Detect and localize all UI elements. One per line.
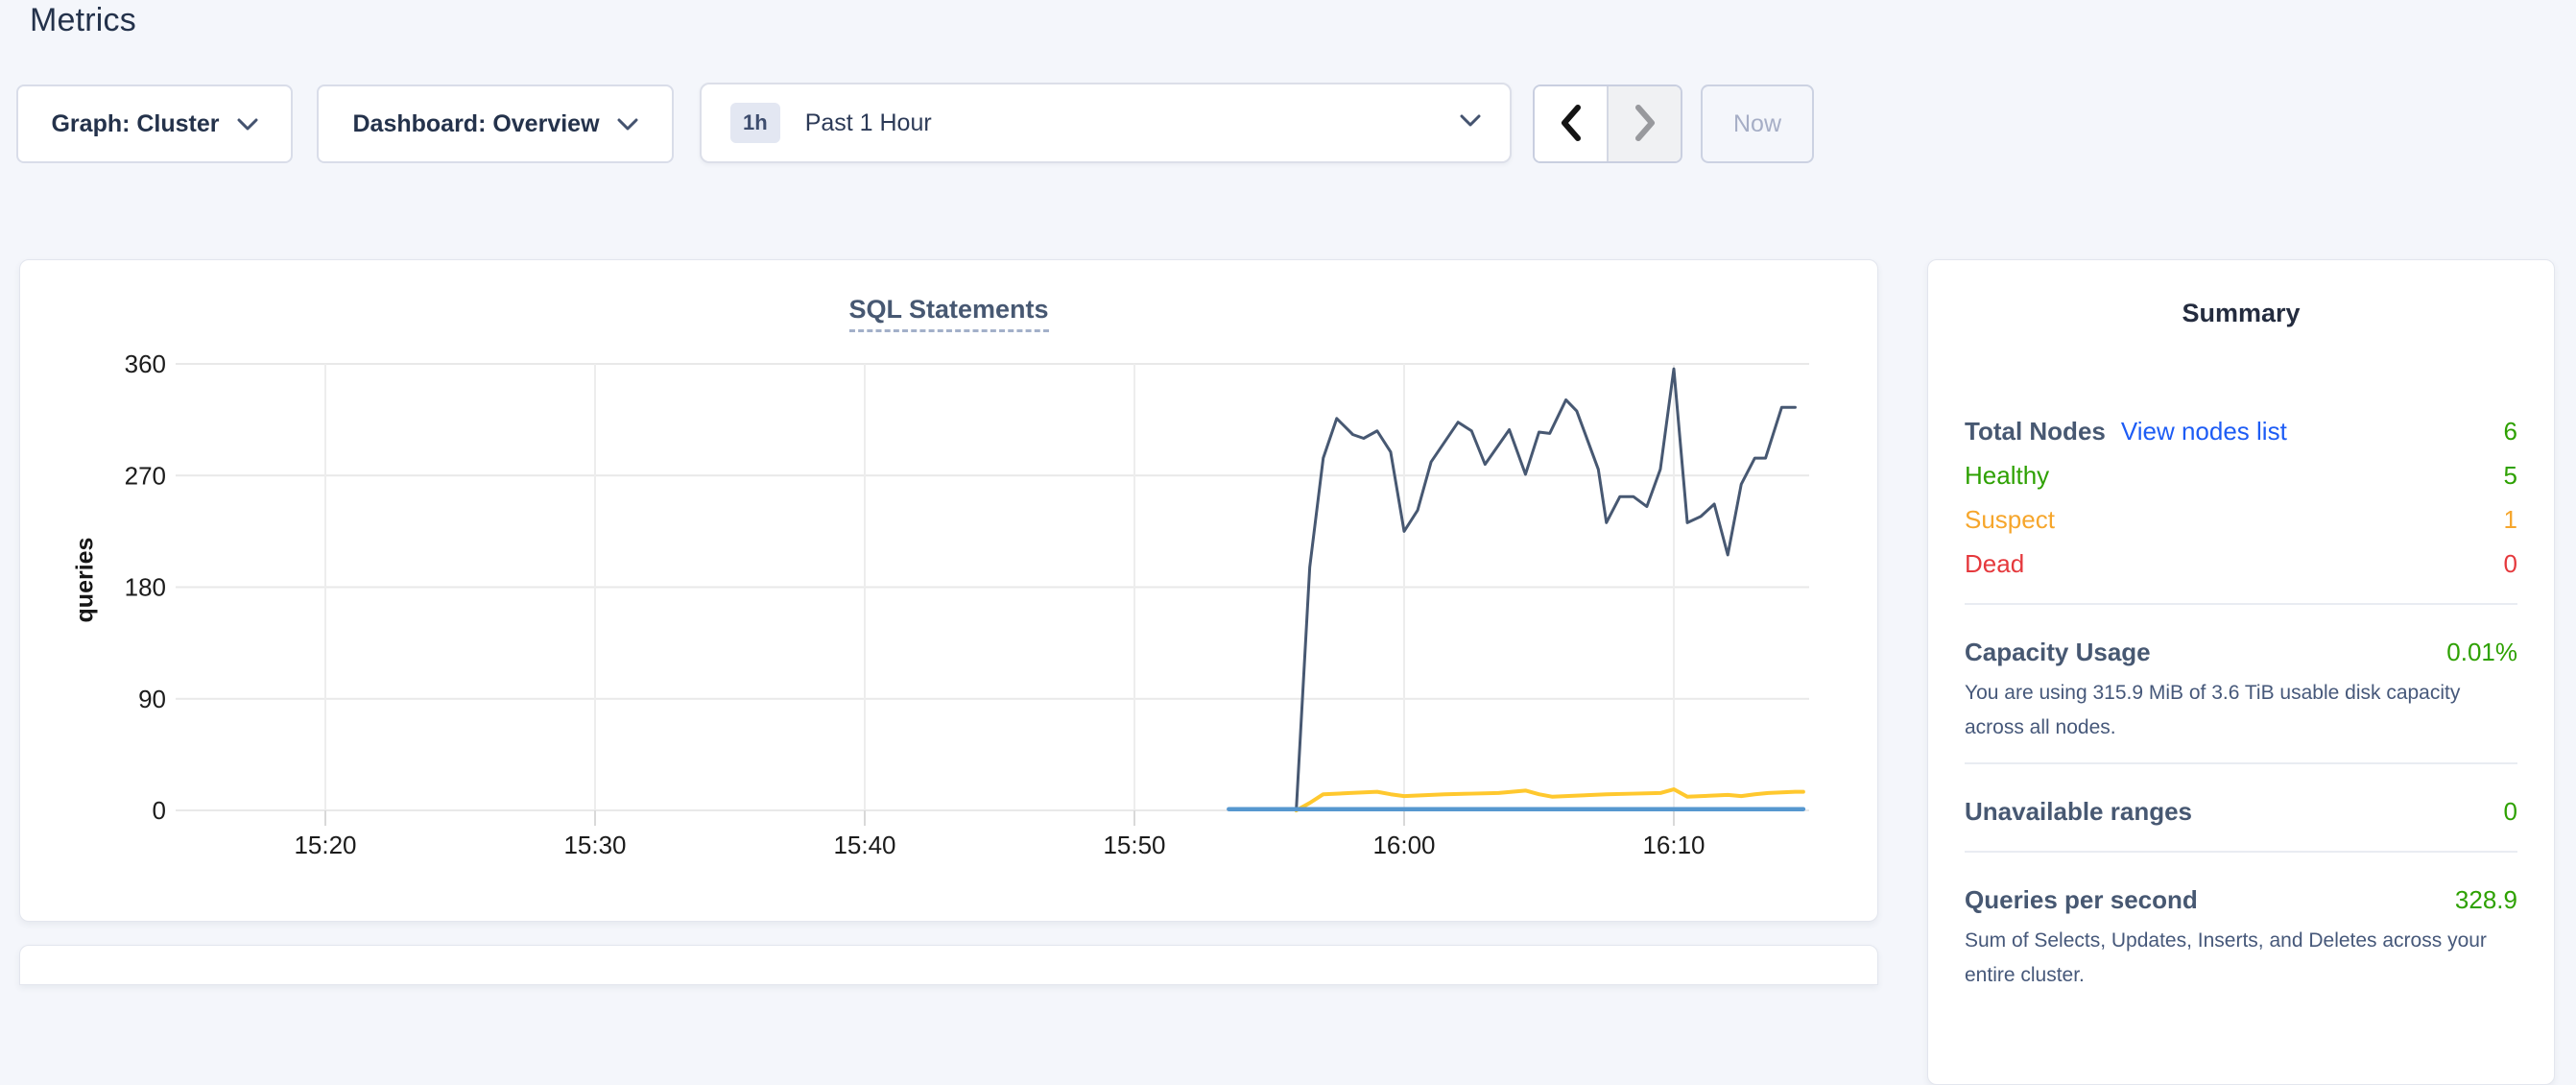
time-range-selector[interactable]: 1h Past 1 Hour: [700, 83, 1512, 163]
dashboard-dropdown-label: Dashboard: Overview: [352, 110, 599, 138]
chevron-down-icon: [617, 110, 638, 138]
divider: [1965, 851, 2517, 853]
dashboard-dropdown[interactable]: Dashboard: Overview: [317, 84, 674, 163]
suspect-value: 1: [2504, 497, 2517, 542]
summary-panel: Summary Total Nodes View nodes list 6 He…: [1927, 259, 2555, 1085]
time-nav-group: [1533, 84, 1682, 163]
unavailable-ranges-value: 0: [2504, 789, 2517, 833]
total-nodes-value: 6: [2504, 409, 2517, 453]
graph-dropdown-label: Graph: Cluster: [51, 110, 219, 138]
sql-statements-chart: 0 90 180 270 360 15:20 15:30 15:40 15:50 16:00 16:…: [20, 260, 1877, 921]
svg-text:270: 270: [125, 461, 166, 490]
next-time-button[interactable]: [1607, 86, 1681, 161]
qps-row: Queries per second 328.9: [1965, 878, 2517, 922]
page-title: Metrics: [30, 2, 136, 39]
graph-dropdown[interactable]: Graph: Cluster: [16, 84, 293, 163]
now-button[interactable]: Now: [1701, 84, 1814, 163]
prev-time-button[interactable]: [1535, 86, 1607, 161]
view-nodes-link[interactable]: View nodes list: [2121, 409, 2287, 453]
qps-value: 328.9: [2455, 878, 2517, 922]
suspect-nodes-row: Suspect 1: [1965, 497, 2517, 542]
divider: [1965, 762, 2517, 764]
dead-label: Dead: [1965, 542, 2024, 586]
svg-text:360: 360: [125, 350, 166, 378]
chevron-right-icon: [1633, 104, 1658, 145]
qps-description: Sum of Selects, Updates, Inserts, and De…: [1965, 924, 2517, 993]
svg-text:0: 0: [153, 796, 166, 825]
sql-statements-chart-card: SQL Statements queries 09018027036015:20…: [19, 259, 1878, 922]
unavailable-ranges-label: Unavailable ranges: [1965, 789, 2192, 833]
chevron-down-icon: [237, 110, 258, 138]
unavailable-ranges-row: Unavailable ranges 0: [1965, 789, 2517, 833]
chevron-down-icon: [1460, 114, 1481, 133]
divider: [1965, 603, 2517, 605]
svg-text:16:00: 16:00: [1372, 831, 1435, 859]
capacity-usage-row: Capacity Usage 0.01%: [1965, 630, 2517, 674]
capacity-usage-value: 0.01%: [2446, 630, 2517, 674]
qps-label: Queries per second: [1965, 878, 2198, 922]
chevron-left-icon: [1559, 104, 1584, 145]
total-nodes-row: Total Nodes View nodes list 6: [1965, 409, 2517, 453]
dead-value: 0: [2504, 542, 2517, 586]
svg-text:15:40: 15:40: [833, 831, 895, 859]
navy-line: [1297, 369, 1796, 810]
healthy-value: 5: [2504, 453, 2517, 497]
time-range-badge: 1h: [730, 103, 780, 143]
healthy-nodes-row: Healthy 5: [1965, 453, 2517, 497]
time-range-label: Past 1 Hour: [805, 109, 932, 137]
summary-title: Summary: [1965, 299, 2517, 328]
suspect-label: Suspect: [1965, 497, 2055, 542]
svg-text:90: 90: [138, 685, 166, 713]
total-nodes-label: Total Nodes: [1965, 409, 2106, 453]
capacity-usage-description: You are using 315.9 MiB of 3.6 TiB usabl…: [1965, 676, 2517, 745]
svg-text:15:20: 15:20: [294, 831, 356, 859]
healthy-label: Healthy: [1965, 453, 2049, 497]
svg-text:180: 180: [125, 573, 166, 602]
dead-nodes-row: Dead 0: [1965, 542, 2517, 586]
svg-text:15:30: 15:30: [563, 831, 626, 859]
svg-text:15:50: 15:50: [1103, 831, 1165, 859]
svg-text:16:10: 16:10: [1642, 831, 1705, 859]
metrics-page: { "page": { "title": "Metrics" }, "toolb…: [0, 0, 2576, 951]
next-chart-card-partial: [19, 945, 1878, 985]
capacity-usage-label: Capacity Usage: [1965, 630, 2151, 674]
